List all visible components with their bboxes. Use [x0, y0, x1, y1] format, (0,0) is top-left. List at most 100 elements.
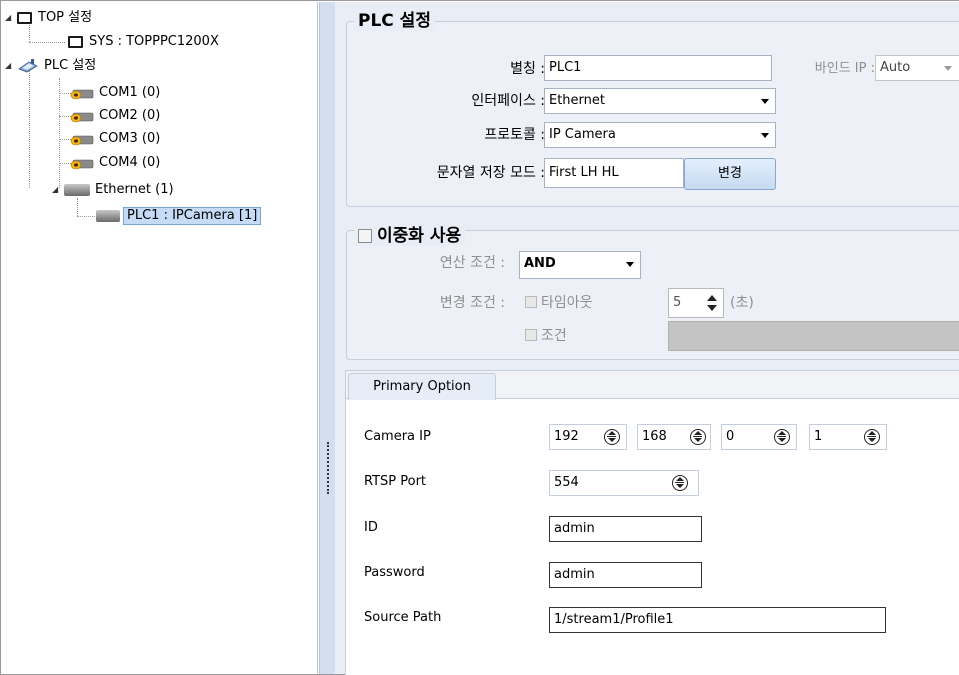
interface-value: Ethernet	[549, 93, 605, 108]
ip-octet-4-spinner[interactable]: 1	[809, 424, 887, 450]
camera-ip-label: Camera IP	[364, 429, 431, 444]
timeout-value: 5	[673, 295, 682, 310]
bind-ip-select[interactable]: Auto	[875, 55, 959, 81]
redundancy-title: 이중화 사용	[377, 226, 462, 246]
ip-octet-2-value: 168	[642, 429, 667, 444]
tree-node-label: COM3 (0)	[99, 131, 161, 146]
tree-node-label: Ethernet (1)	[95, 182, 174, 197]
tree-node-label: PLC1 : IPCamera [1]	[123, 207, 262, 225]
tree-node-com3[interactable]: COM3 (0)	[70, 130, 162, 148]
source-path-label: Source Path	[364, 610, 442, 625]
alias-label: 별칭 :	[510, 61, 545, 77]
screen-icon	[68, 36, 83, 48]
redundancy-header: 이중화 사용	[354, 226, 466, 246]
protocol-label: 프로토콜 :	[484, 127, 545, 143]
ip-octet-1-spinner[interactable]: 192	[549, 424, 627, 450]
tree-node-com4[interactable]: COM4 (0)	[70, 154, 162, 172]
redundancy-checkbox[interactable]	[358, 229, 372, 243]
tree-node-label: COM2 (0)	[99, 108, 161, 123]
spin-updown-icon[interactable]	[604, 429, 620, 445]
rtsp-port-spinner[interactable]: 554	[549, 470, 699, 496]
chevron-down-icon	[755, 123, 775, 147]
tree-node-com1[interactable]: COM1 (0)	[70, 84, 162, 102]
tree-node-label: COM4 (0)	[99, 155, 161, 170]
tree-node-top-settings[interactable]: TOP 설정	[17, 9, 94, 27]
timeout-checkbox[interactable]	[525, 296, 537, 308]
tab-strip: Primary Option	[346, 371, 959, 400]
interface-label: 인터페이스 :	[471, 93, 545, 109]
rtsp-port-value: 554	[554, 475, 579, 490]
tree-connector	[29, 68, 30, 188]
chevron-down-icon	[944, 66, 952, 71]
serial-port-icon	[70, 112, 94, 122]
id-label: ID	[364, 520, 378, 535]
project-tree: ◢ TOP 설정 SYS : TOPPPC1200X ◢ PLC 설정 COM1…	[2, 2, 318, 674]
condition-label: 조건	[541, 328, 567, 344]
tab-primary-option[interactable]: Primary Option	[348, 373, 496, 400]
spin-up-icon[interactable]	[707, 295, 717, 301]
ip-octet-1-value: 192	[554, 429, 579, 444]
spin-down-icon[interactable]	[707, 305, 717, 311]
expand-arrow-icon[interactable]: ◢	[5, 57, 13, 75]
tree-node-label: PLC 설정	[44, 58, 97, 73]
expand-arrow-icon[interactable]: ◢	[52, 181, 60, 199]
tree-node-plc1[interactable]: PLC1 : IPCamera [1]	[96, 207, 262, 225]
spin-updown-icon[interactable]	[774, 429, 790, 445]
bind-ip-value: Auto	[880, 60, 911, 75]
password-label: Password	[364, 565, 425, 580]
tree-connector	[59, 78, 60, 188]
splitter-grip-icon[interactable]	[327, 442, 329, 494]
option-tab-panel: Primary Option Camera IP 192 168 0 1 RTS…	[345, 370, 959, 675]
tree-connector	[77, 216, 97, 217]
tree-node-ethernet[interactable]: Ethernet (1)	[64, 181, 176, 199]
source-path-input[interactable]: 1/stream1/Profile1	[549, 607, 886, 633]
tree-node-plc-settings[interactable]: PLC 설정	[17, 57, 98, 75]
protocol-value: IP Camera	[549, 127, 616, 142]
tree-connector	[29, 42, 65, 43]
id-input[interactable]: admin	[549, 516, 702, 542]
panel-splitter[interactable]	[319, 2, 335, 674]
bind-ip-label: 바인드 IP :	[814, 61, 875, 76]
main-window: ◢ TOP 설정 SYS : TOPPPC1200X ◢ PLC 설정 COM1…	[0, 0, 959, 675]
ip-octet-3-spinner[interactable]: 0	[721, 424, 797, 450]
tree-node-sys[interactable]: SYS : TOPPPC1200X	[68, 33, 221, 51]
interface-select[interactable]: Ethernet	[544, 88, 776, 114]
serial-port-icon	[70, 159, 94, 169]
ip-octet-3-value: 0	[726, 429, 735, 444]
tree-node-label: SYS : TOPPPC1200X	[89, 34, 219, 49]
settings-panel: PLC 설정 별칭 : PLC1 바인드 IP : Auto 인터페이스 : E…	[335, 2, 959, 675]
plc-settings-title: PLC 설정	[354, 11, 435, 31]
condition-field[interactable]	[668, 321, 959, 351]
expand-arrow-icon[interactable]: ◢	[5, 9, 13, 27]
tree-node-label: COM1 (0)	[99, 85, 161, 100]
chevron-down-icon	[755, 89, 775, 113]
ip-camera-icon	[96, 210, 120, 222]
op-condition-value: AND	[524, 256, 556, 271]
screen-icon	[17, 12, 32, 24]
change-button[interactable]: 변경	[684, 158, 776, 190]
spin-updown-icon[interactable]	[672, 475, 688, 491]
timeout-label: 타임아웃	[541, 295, 593, 311]
change-condition-label: 변경 조건 :	[439, 295, 505, 311]
condition-checkbox[interactable]	[525, 329, 537, 341]
serial-port-icon	[70, 135, 94, 145]
tree-node-com2[interactable]: COM2 (0)	[70, 107, 162, 125]
ip-octet-2-spinner[interactable]: 168	[637, 424, 711, 450]
tree-node-label: TOP 설정	[38, 10, 93, 25]
spin-updown-icon[interactable]	[864, 429, 880, 445]
plc-icon	[18, 59, 38, 73]
password-input[interactable]: admin	[549, 562, 702, 588]
op-condition-label: 연산 조건 :	[439, 255, 505, 271]
rtsp-port-label: RTSP Port	[364, 474, 427, 489]
timeout-unit: (초)	[730, 295, 754, 311]
spin-updown-icon[interactable]	[690, 429, 706, 445]
string-mode-label: 문자열 저장 모드 :	[436, 165, 545, 181]
protocol-select[interactable]: IP Camera	[544, 122, 776, 148]
op-condition-select[interactable]: AND	[519, 251, 641, 279]
chevron-down-icon	[620, 252, 640, 276]
serial-port-icon	[70, 89, 94, 99]
timeout-spinner[interactable]: 5	[668, 288, 724, 318]
alias-input[interactable]: PLC1	[544, 55, 772, 81]
ip-octet-4-value: 1	[814, 429, 823, 444]
string-mode-field: First LH HL	[544, 158, 684, 188]
